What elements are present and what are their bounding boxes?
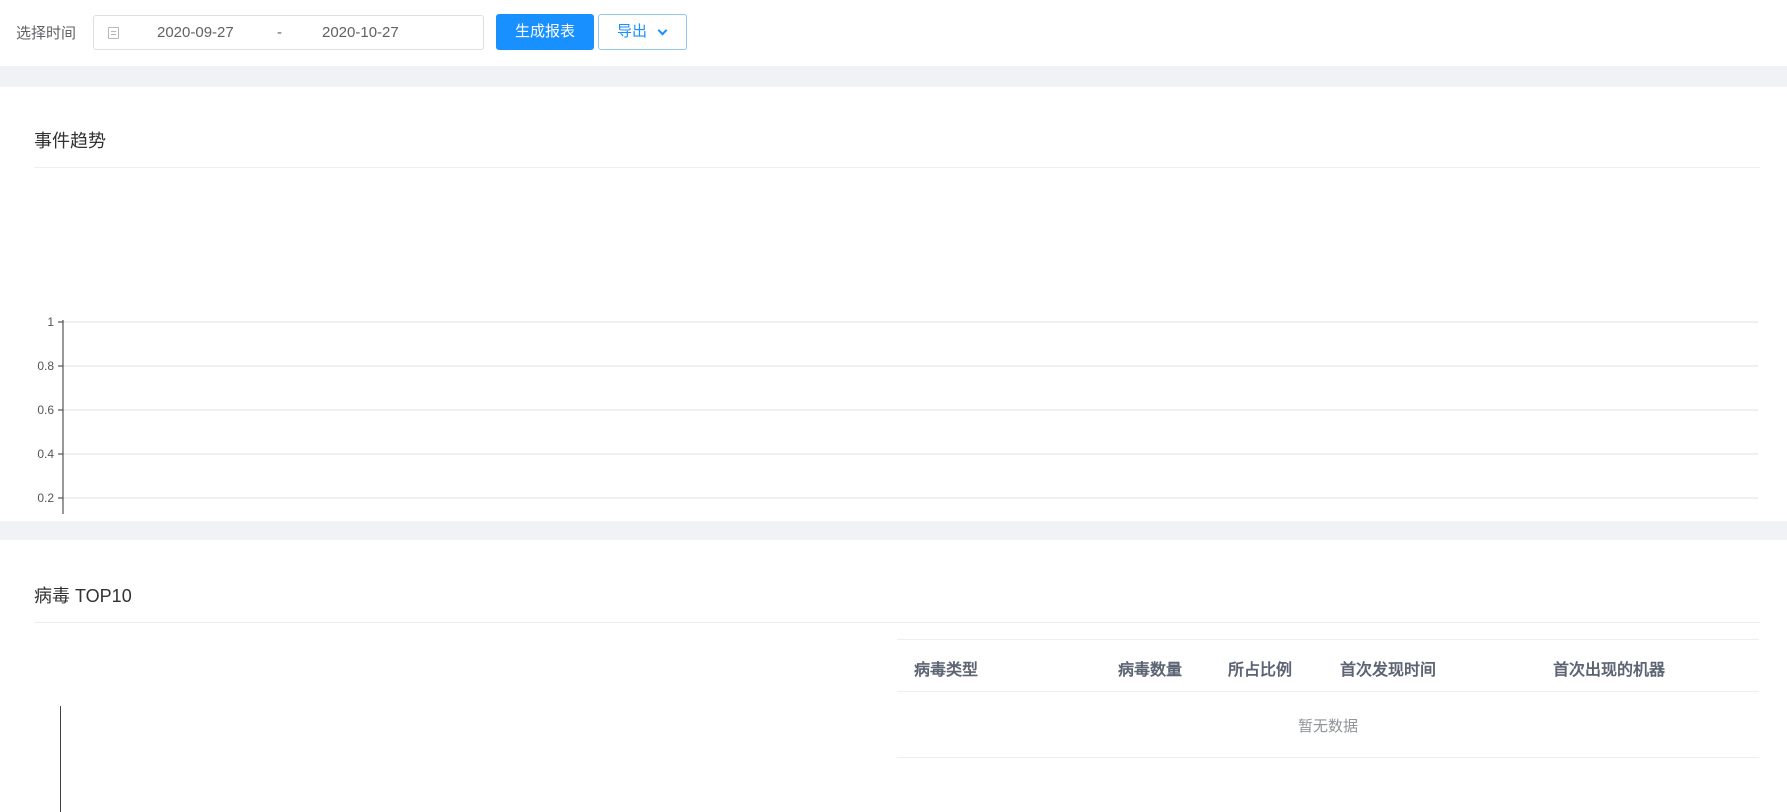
column-header-virus-count[interactable]: 病毒数量 <box>1118 656 1182 680</box>
time-label: 选择时间 <box>16 25 77 42</box>
empty-text: 暂无数据 <box>1297 718 1358 735</box>
virus-top10-title: 病毒 TOP10 <box>34 586 132 606</box>
column-header-ratio[interactable]: 所占比例 <box>1228 656 1292 680</box>
virus-chart-axis <box>60 706 61 812</box>
calendar-icon <box>108 27 119 39</box>
y-tick-label: 0.6 <box>37 403 54 417</box>
table-empty-row: 暂无数据 <box>897 692 1759 758</box>
column-header-virus-type[interactable]: 病毒类型 <box>914 656 978 680</box>
y-tick-label: 0.8 <box>37 359 54 373</box>
filter-bar: 选择时间 2020-09-27 - 2020-10-27 生成报表 导出 <box>0 0 1787 66</box>
end-date-input[interactable]: 2020-10-27 <box>322 24 399 41</box>
generate-report-button[interactable]: 生成报表 <box>496 14 594 50</box>
card-divider <box>34 622 1760 623</box>
y-tick-label: 0.4 <box>37 447 54 461</box>
start-date-input[interactable]: 2020-09-27 <box>157 24 234 41</box>
export-dropdown-button[interactable]: 导出 <box>598 14 687 50</box>
event-trend-title: 事件趋势 <box>34 131 106 151</box>
event-trend-chart: 00.20.40.60.812020-09-272020-09-292020-1… <box>37 315 1758 514</box>
y-tick-label: 0.2 <box>37 491 54 505</box>
virus-top10-card: 病毒 TOP10 病毒类型 病毒数量 所占比例 首次发现时间 首次出现的机器 暂… <box>0 540 1787 812</box>
column-header-first-found-time[interactable]: 首次发现时间 <box>1340 656 1436 680</box>
export-label: 导出 <box>617 23 648 40</box>
y-tick-label: 1 <box>47 315 54 329</box>
card-divider <box>34 167 1760 168</box>
column-header-first-machine[interactable]: 首次出现的机器 <box>1553 656 1665 680</box>
virus-table: 病毒类型 病毒数量 所占比例 首次发现时间 首次出现的机器 暂无数据 <box>897 639 1759 758</box>
date-range-picker[interactable]: 2020-09-27 - 2020-10-27 <box>93 15 484 50</box>
event-trend-card: 事件趋势 00.20.40.60.812020-09-272020-09-292… <box>0 87 1787 521</box>
date-separator: - <box>277 24 282 41</box>
table-header: 病毒类型 病毒数量 所占比例 首次发现时间 首次出现的机器 <box>897 639 1759 692</box>
chevron-down-icon <box>657 25 668 36</box>
